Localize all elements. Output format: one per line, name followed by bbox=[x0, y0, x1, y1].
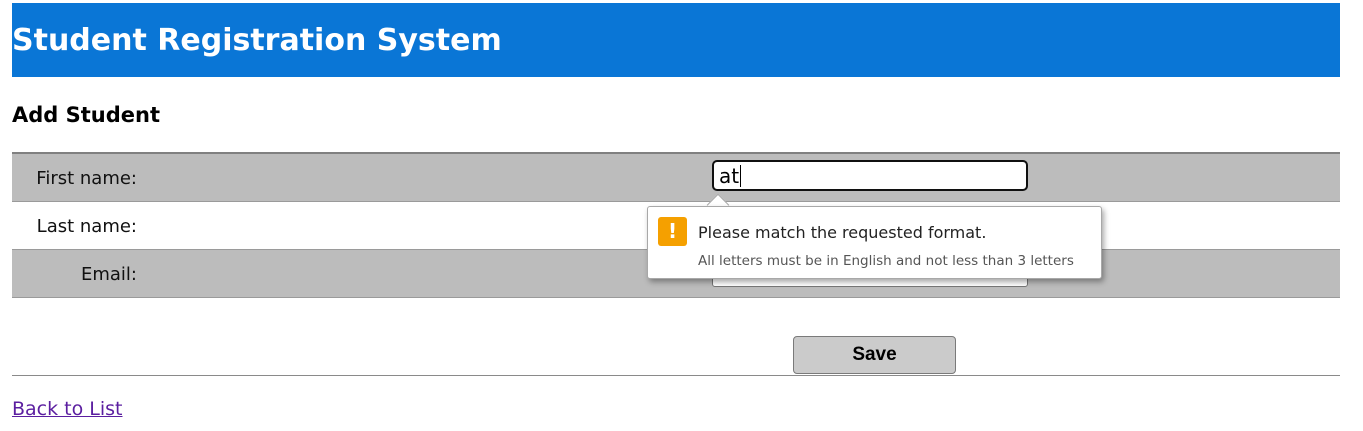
divider bbox=[12, 375, 1340, 376]
last-name-label: Last name: bbox=[36, 216, 137, 237]
first-name-label: First name: bbox=[36, 168, 137, 189]
form-row-first-name: First name: at bbox=[12, 154, 1340, 202]
warning-icon: ! bbox=[658, 217, 687, 246]
text-caret bbox=[740, 165, 742, 187]
email-label: Email: bbox=[80, 264, 137, 285]
save-button[interactable]: Save bbox=[793, 336, 956, 374]
app-header: Student Registration System bbox=[12, 3, 1340, 77]
page-heading: Add Student bbox=[12, 103, 161, 127]
validation-detail: All letters must be in English and not l… bbox=[698, 253, 1074, 269]
first-name-input[interactable]: at bbox=[712, 160, 1028, 191]
app-title: Student Registration System bbox=[12, 23, 502, 58]
first-name-value: at bbox=[719, 164, 740, 188]
validation-message: Please match the requested format. bbox=[698, 223, 987, 242]
validation-tooltip: ! Please match the requested format. All… bbox=[647, 206, 1102, 279]
back-to-list-link[interactable]: Back to List bbox=[12, 397, 123, 421]
